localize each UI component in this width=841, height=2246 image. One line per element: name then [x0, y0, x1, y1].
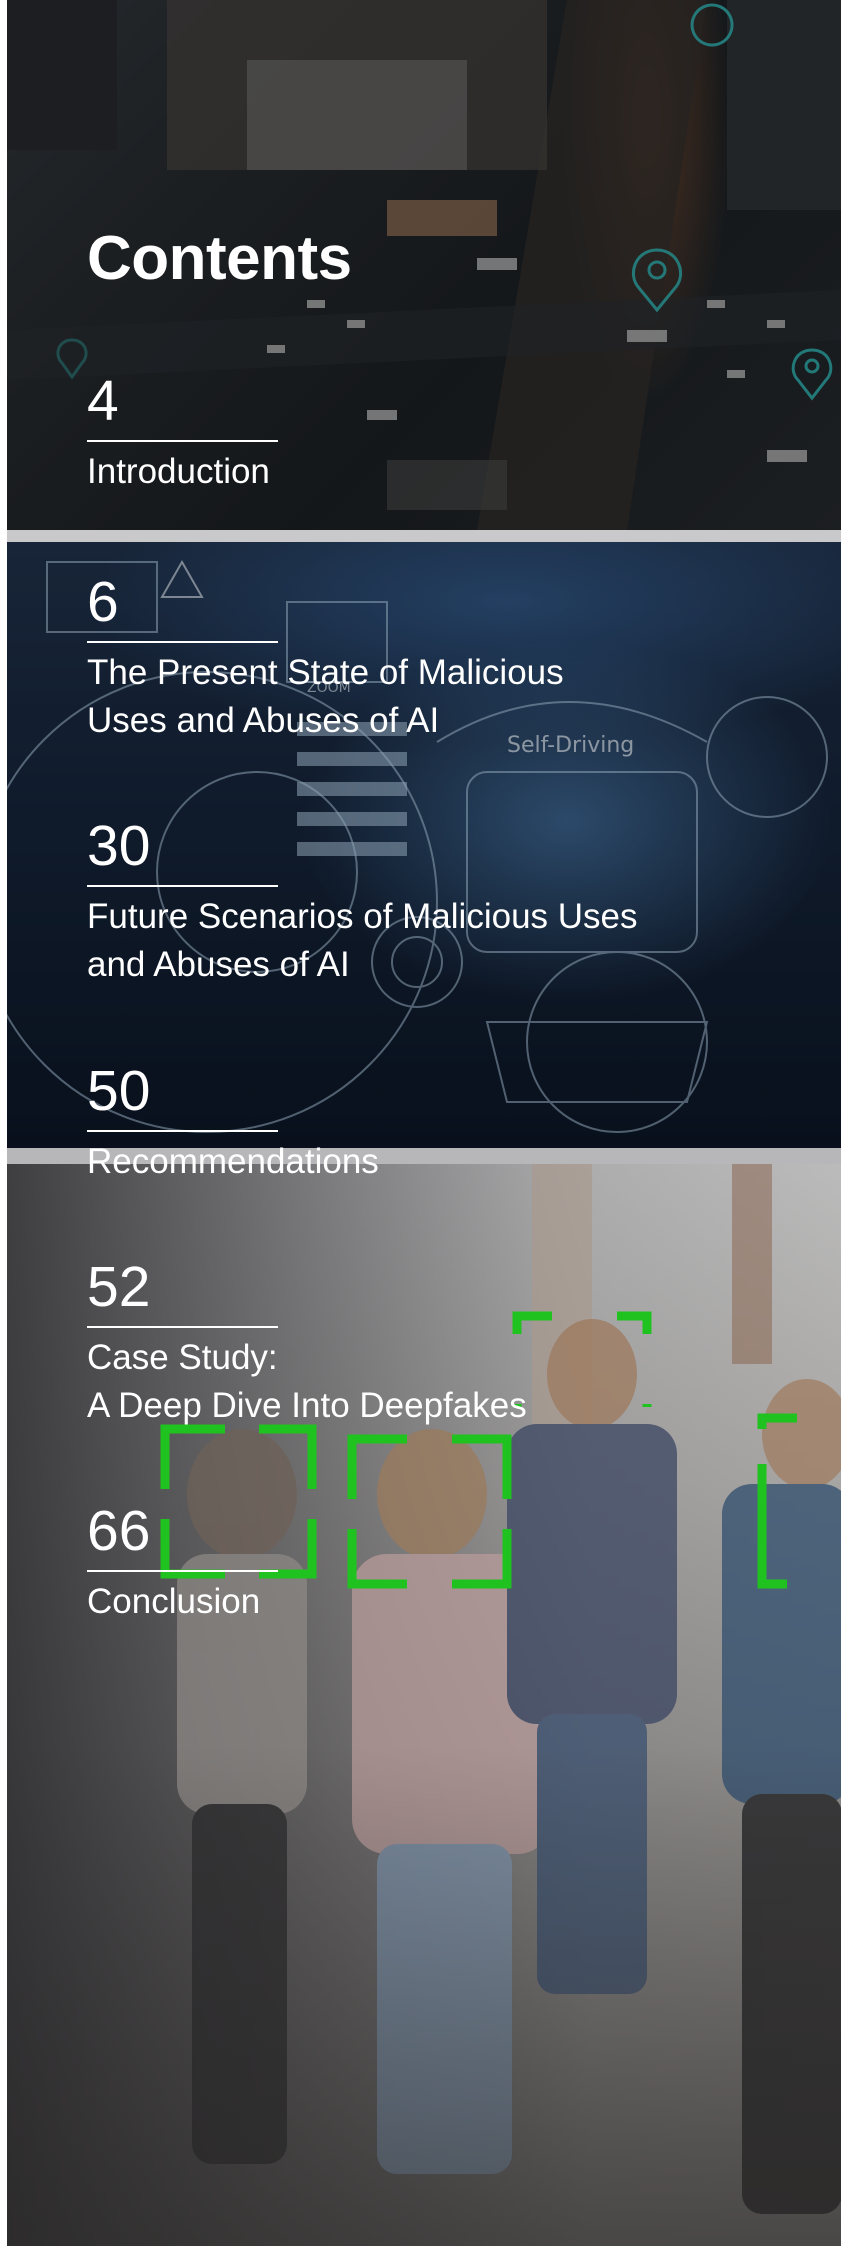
toc-entry-future-scenarios[interactable]: 30 Future Scenarios of Malicious Uses an… — [87, 818, 747, 989]
divider — [87, 1570, 278, 1572]
contents-page: Self-Driving ZOOM Contents 4 Introductio… — [0, 0, 841, 2246]
panel-divider — [7, 530, 841, 542]
toc-entry-label: Conclusion — [87, 1582, 261, 1621]
toc-page-number: 6 — [87, 570, 119, 634]
divider — [87, 885, 278, 887]
toc-entry-label: Recommendations — [87, 1142, 379, 1181]
toc-entry-label: The Present State of Malicious Uses and … — [87, 653, 564, 740]
toc-entry-present-state[interactable]: 6 The Present State of Malicious Uses an… — [87, 574, 747, 745]
toc-page-number: 30 — [87, 814, 151, 878]
toc-entry-case-study[interactable]: 52 Case Study: A Deep Dive Into Deepfake… — [87, 1259, 747, 1430]
divider — [87, 1130, 278, 1132]
toc-entry-conclusion[interactable]: 66 Conclusion — [87, 1503, 747, 1626]
toc-entry-recommendations[interactable]: 50 Recommendations — [87, 1063, 747, 1186]
divider — [87, 641, 278, 643]
page-title: Contents — [87, 224, 352, 293]
toc-entry-label: Future Scenarios of Malicious Uses and A… — [87, 897, 638, 984]
toc-page-number: 52 — [87, 1255, 151, 1319]
divider — [87, 1326, 278, 1328]
page-margin — [0, 0, 7, 2246]
toc-page-number: 66 — [87, 1499, 151, 1563]
toc-entry-introduction[interactable]: 4 Introduction — [87, 373, 747, 496]
toc-entry-label: Case Study: A Deep Dive Into Deepfakes — [87, 1338, 527, 1425]
divider — [87, 440, 278, 442]
toc-entry-label: Introduction — [87, 452, 270, 491]
toc-page-number: 50 — [87, 1059, 151, 1123]
toc-page-number: 4 — [87, 369, 119, 433]
